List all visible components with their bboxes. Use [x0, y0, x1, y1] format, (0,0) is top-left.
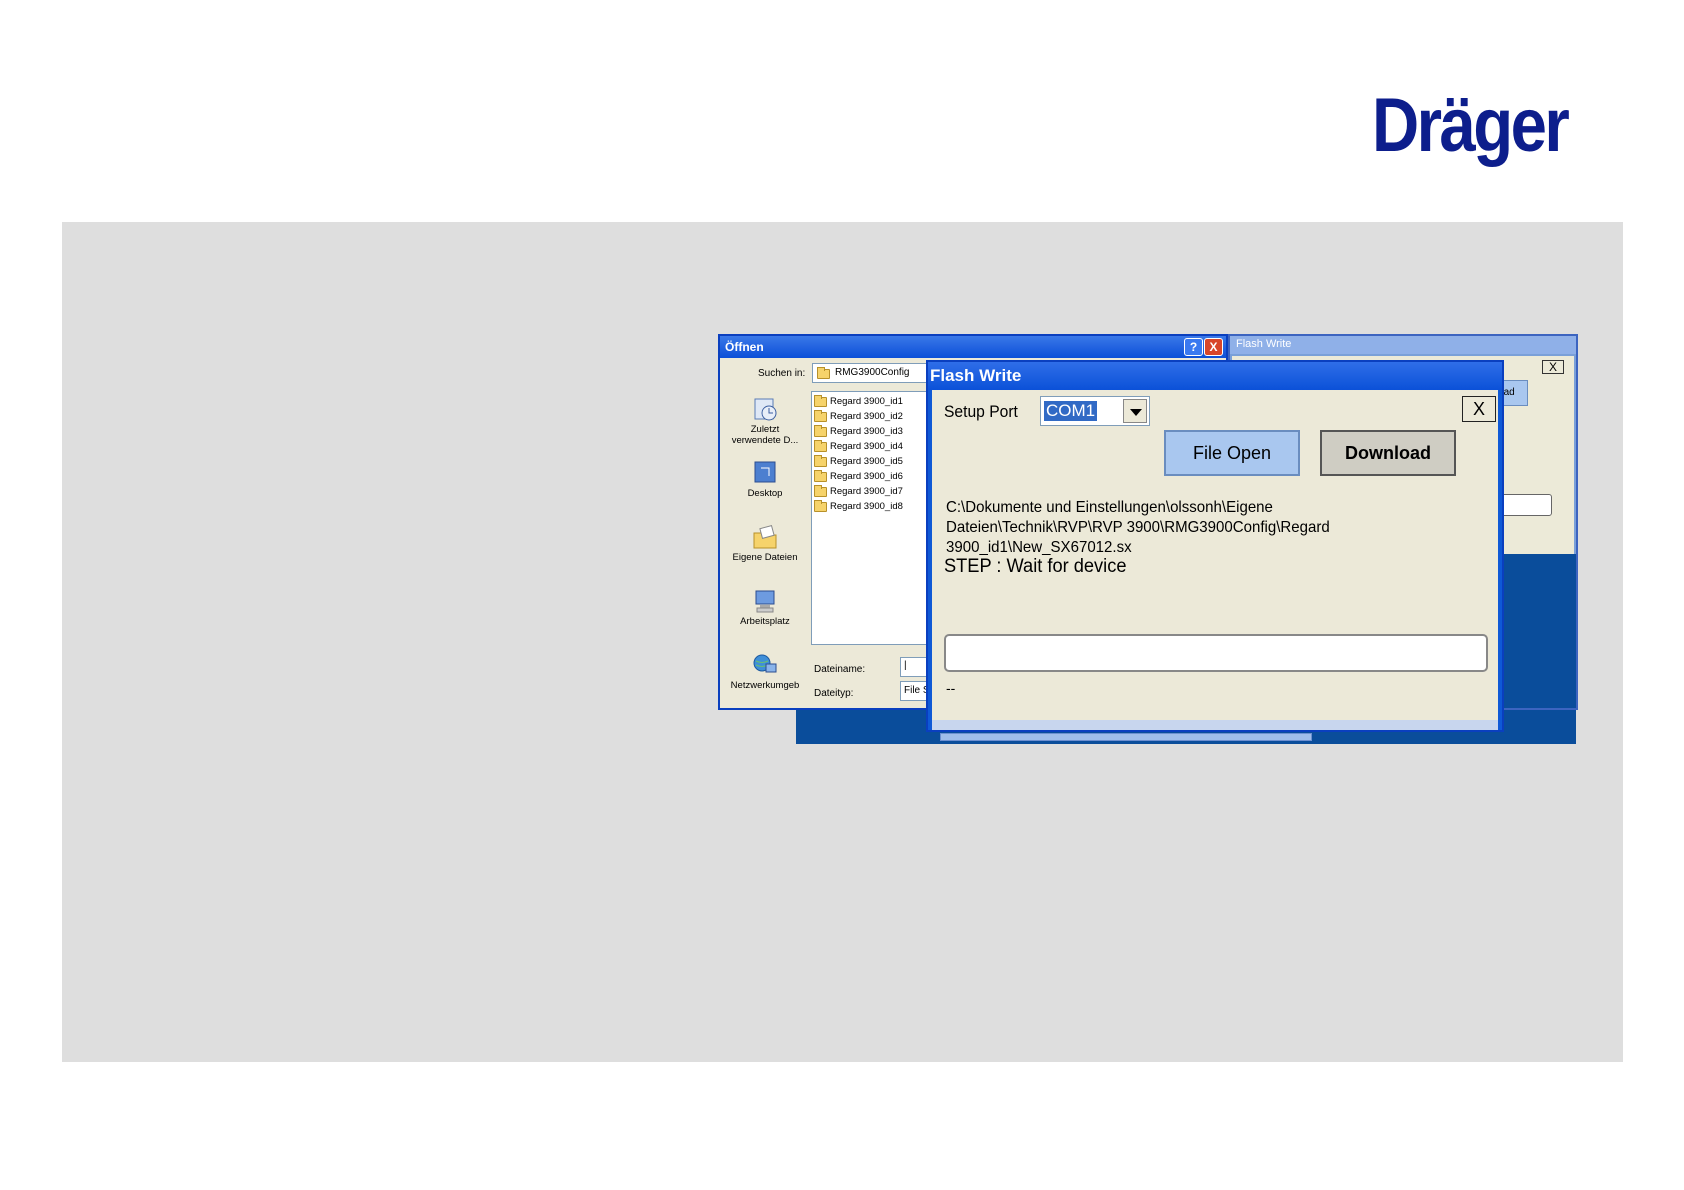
- filename-label: Dateiname:: [814, 664, 866, 675]
- place-label: Desktop: [747, 488, 783, 499]
- folder-icon: [814, 394, 827, 407]
- place-my-documents[interactable]: Eigene Dateien: [726, 524, 804, 563]
- progress-bar: [944, 634, 1488, 672]
- look-in-label: Suchen in:: [758, 368, 806, 379]
- open-dialog-title: Öffnen: [720, 336, 1226, 358]
- path-line: Dateien\Technik\RVP\RVP 3900\RMG3900Conf…: [946, 519, 1330, 536]
- folder-icon: [814, 454, 827, 467]
- look-in-combobox[interactable]: RMG3900Config: [812, 363, 942, 383]
- list-item[interactable]: Regard 3900_id2: [814, 409, 903, 424]
- look-in-value: RMG3900Config: [835, 367, 910, 378]
- file-path-text: C:\Dokumente und Einstellungen\olssonh\E…: [946, 498, 1435, 558]
- status-text: --: [946, 680, 956, 696]
- background-close-button[interactable]: X: [1542, 360, 1564, 374]
- folder-icon: [817, 367, 830, 379]
- taskbar-scrollbar[interactable]: [940, 733, 1312, 741]
- slide-page: Dräger Flash Write X wnload Öffnen ? X S…: [0, 0, 1684, 1190]
- flash-write-body: Setup Port COM1 X File Open Download C:\…: [932, 390, 1498, 720]
- folder-icon: [814, 424, 827, 437]
- folder-icon: [814, 484, 827, 497]
- file-open-button[interactable]: File Open: [1164, 430, 1300, 476]
- recent-icon: [754, 398, 777, 421]
- folder-icon: [814, 439, 827, 452]
- place-desktop[interactable]: Desktop: [726, 460, 804, 499]
- help-button[interactable]: ?: [1184, 338, 1203, 356]
- download-button[interactable]: Download: [1320, 430, 1456, 476]
- place-label: Netzwerkumgeb: [730, 680, 800, 691]
- folder-icon: [814, 469, 827, 482]
- place-recent[interactable]: Zuletzt verwendete D...: [726, 396, 804, 446]
- my-documents-icon: [753, 525, 777, 549]
- folder-name: Regard 3900_id2: [830, 411, 903, 422]
- folder-icon: [814, 499, 827, 512]
- list-item[interactable]: Regard 3900_id8: [814, 499, 903, 514]
- open-dialog-close-button[interactable]: X: [1204, 338, 1223, 356]
- filetype-label: Dateityp:: [814, 688, 854, 699]
- list-item[interactable]: Regard 3900_id6: [814, 469, 903, 484]
- flash-write-window: Flash Write Setup Port COM1 X File Open …: [926, 360, 1504, 732]
- list-item[interactable]: Regard 3900_id4: [814, 439, 903, 454]
- chevron-down-icon[interactable]: [1123, 399, 1147, 423]
- list-item[interactable]: Regard 3900_id7: [814, 484, 903, 499]
- drager-logo: Dräger: [1372, 83, 1570, 168]
- place-my-computer[interactable]: Arbeitsplatz: [726, 588, 804, 627]
- place-label: Eigene Dateien: [732, 552, 798, 563]
- setup-port-label: Setup Port: [944, 402, 1018, 421]
- list-item[interactable]: Regard 3900_id1: [814, 394, 903, 409]
- folder-name: Regard 3900_id3: [830, 426, 903, 437]
- list-item[interactable]: Regard 3900_id5: [814, 454, 903, 469]
- flash-write-title: Flash Write: [928, 362, 1502, 390]
- folder-name: Regard 3900_id7: [830, 486, 903, 497]
- desktop-icon: [754, 461, 776, 483]
- background-window-title: Flash Write: [1230, 336, 1576, 354]
- place-label: Zuletzt verwendete D...: [731, 424, 799, 446]
- port-select[interactable]: COM1: [1040, 396, 1150, 426]
- folder-name: Regard 3900_id8: [830, 501, 903, 512]
- close-button[interactable]: X: [1462, 396, 1496, 422]
- folder-name: Regard 3900_id4: [830, 441, 903, 452]
- path-line: 3900_id1\New_SX67012.sx: [946, 539, 1132, 556]
- my-computer-icon: [755, 590, 775, 613]
- list-item[interactable]: Regard 3900_id3: [814, 424, 903, 439]
- folder-name: Regard 3900_id6: [830, 471, 903, 482]
- network-icon: [753, 654, 777, 673]
- place-label: Arbeitsplatz: [740, 616, 790, 627]
- folder-name: Regard 3900_id1: [830, 396, 903, 407]
- places-bar: Zuletzt verwendete D... Desktop Eigene D…: [726, 388, 804, 704]
- port-value: COM1: [1044, 401, 1098, 421]
- step-status: STEP : Wait for device: [944, 556, 1127, 577]
- path-line: C:\Dokumente und Einstellungen\olssonh\E…: [946, 499, 1273, 516]
- window-bottom-strip: [932, 720, 1498, 730]
- folder-icon: [814, 409, 827, 422]
- place-network[interactable]: Netzwerkumgeb: [726, 652, 804, 691]
- folder-name: Regard 3900_id5: [830, 456, 903, 467]
